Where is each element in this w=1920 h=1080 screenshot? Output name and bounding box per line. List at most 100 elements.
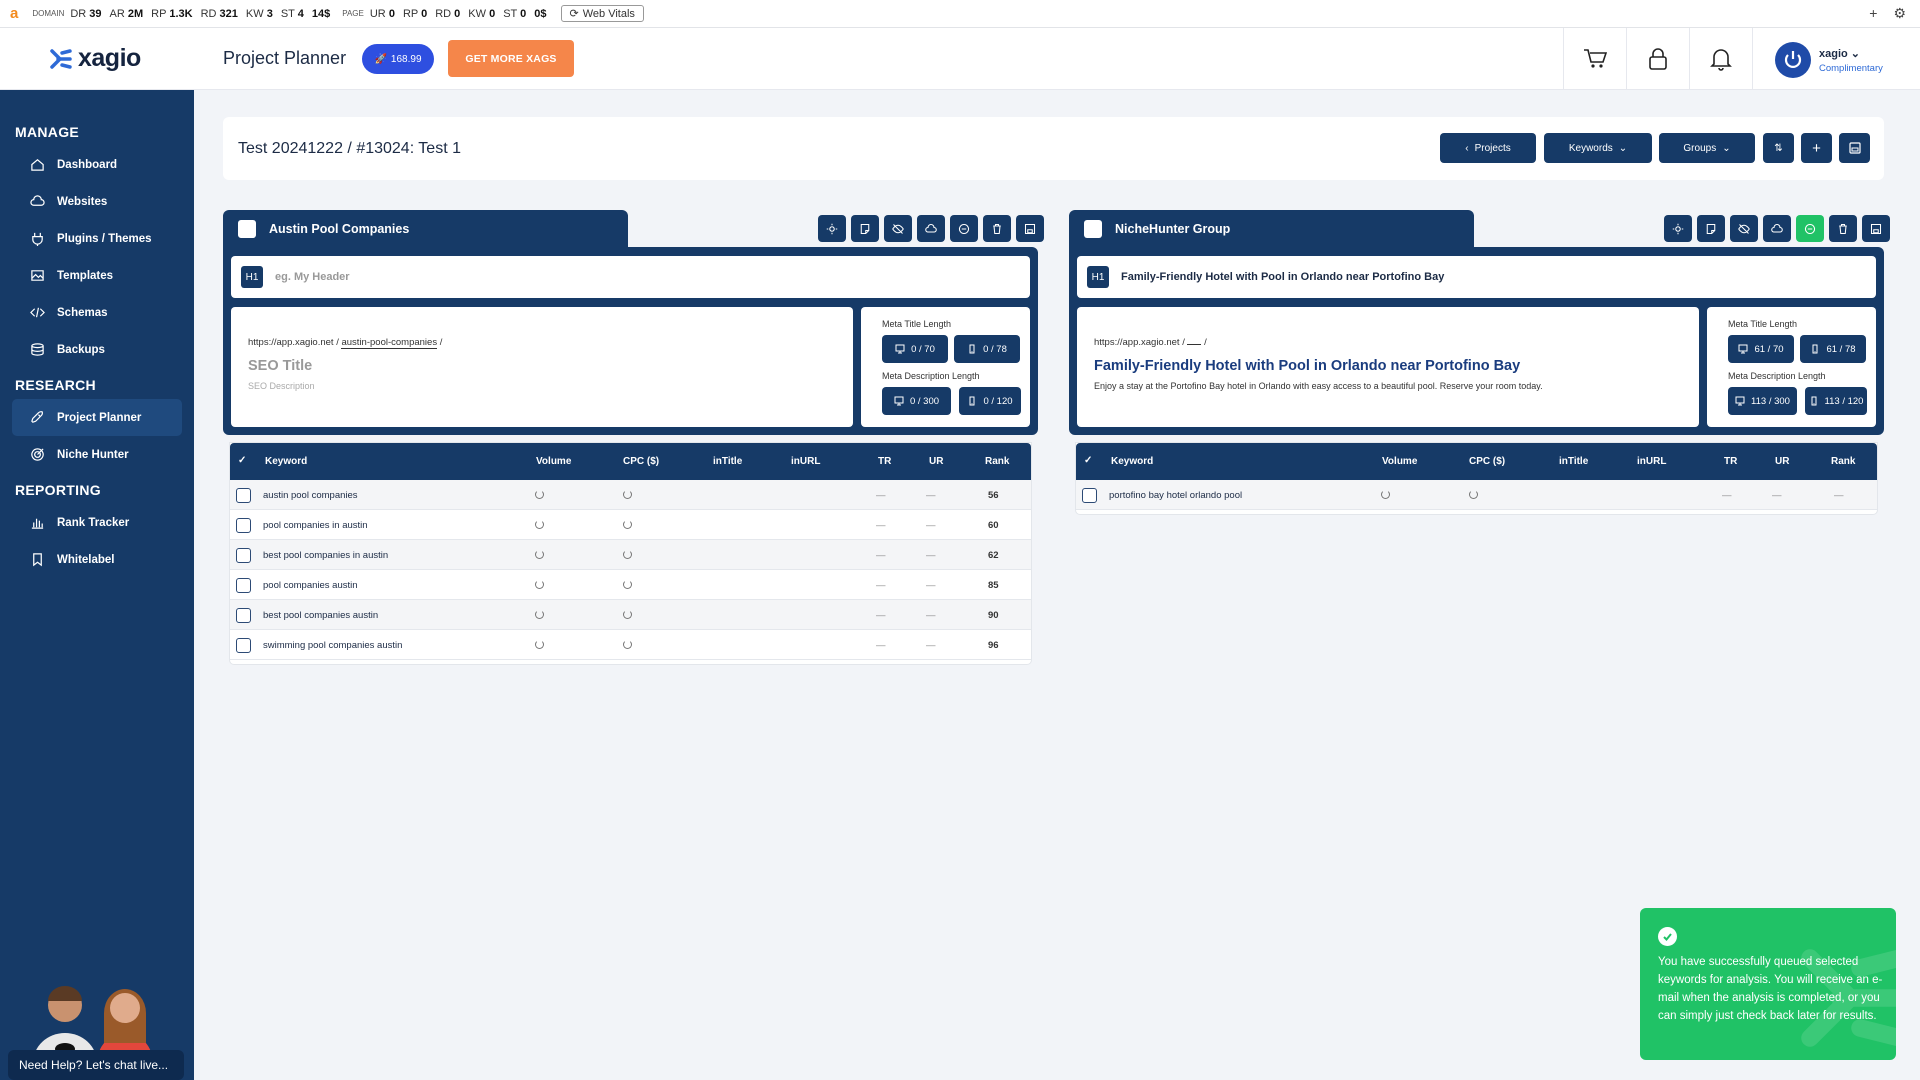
group-name[interactable]: NicheHunter Group xyxy=(1115,222,1230,236)
serp-preview[interactable]: https://app.xagio.net / / Family-Friendly… xyxy=(1077,307,1699,427)
trash-button[interactable] xyxy=(1829,215,1857,242)
plus-icon[interactable]: + xyxy=(1869,5,1877,22)
note-button[interactable] xyxy=(1697,215,1725,242)
save-button[interactable] xyxy=(1839,133,1870,163)
get-more-xags-button[interactable]: GET MORE XAGS xyxy=(448,40,574,77)
success-toast[interactable]: You have successfully queued selected ke… xyxy=(1640,908,1896,1060)
settings-button[interactable] xyxy=(818,215,846,242)
hide-button[interactable] xyxy=(884,215,912,242)
save-button[interactable] xyxy=(1016,215,1044,242)
h1-field[interactable]: H1 Family-Friendly Hotel with Pool in Orl… xyxy=(1077,256,1876,298)
url-end: / xyxy=(1204,337,1207,348)
group-name[interactable]: Austin Pool Companies xyxy=(269,222,409,236)
phone-icon xyxy=(1812,344,1818,354)
row-checkbox[interactable] xyxy=(236,638,251,653)
column-header-ur[interactable]: UR xyxy=(929,456,943,467)
column-header-inurl[interactable]: inURL xyxy=(1637,456,1666,467)
user-menu[interactable]: xagio ⌄ Complimentary xyxy=(1775,42,1883,78)
column-header-inurl[interactable]: inURL xyxy=(791,456,820,467)
h1-field[interactable]: H1 eg. My Header xyxy=(231,256,1030,298)
sort-button[interactable]: ⇅ xyxy=(1763,133,1794,163)
sidebar-item-templates[interactable]: Templates xyxy=(0,257,194,294)
serp-preview[interactable]: https://app.xagio.net / austin-pool-comp… xyxy=(231,307,853,427)
seo-metric-key: ST xyxy=(280,7,295,20)
sidebar-item-dashboard[interactable]: Dashboard xyxy=(0,146,194,183)
note-icon xyxy=(1706,223,1716,234)
home-icon xyxy=(31,159,44,171)
row-checkbox[interactable] xyxy=(236,578,251,593)
column-header-rank[interactable]: Rank xyxy=(1831,456,1855,467)
sidebar-item-project-planner[interactable]: Project Planner xyxy=(12,399,182,436)
row-checkbox[interactable] xyxy=(236,488,251,503)
save-icon xyxy=(1870,223,1882,234)
column-header-volume[interactable]: Volume xyxy=(1382,456,1417,467)
cloud-button[interactable] xyxy=(1763,215,1791,242)
column-header-cpc[interactable]: CPC ($) xyxy=(1469,456,1505,467)
column-header-cpc[interactable]: CPC ($) xyxy=(623,456,659,467)
column-header-keyword[interactable]: Keyword xyxy=(1111,456,1153,467)
save-button[interactable] xyxy=(1862,215,1890,242)
group-select-checkbox[interactable] xyxy=(238,220,256,238)
ahrefs-logo-icon[interactable]: a xyxy=(10,5,18,22)
keywords-dropdown[interactable]: Keywords ⌄ xyxy=(1544,133,1652,163)
keyword-cell[interactable]: swimming pool companies austin xyxy=(263,640,402,651)
keyword-cell[interactable]: austin pool companies xyxy=(263,490,358,501)
note-button[interactable] xyxy=(851,215,879,242)
h1-tag: H1 xyxy=(1087,266,1109,288)
live-chat-button[interactable]: Need Help? Let's chat live... xyxy=(8,1050,184,1080)
projects-button[interactable]: ‹ Projects xyxy=(1440,133,1536,163)
hide-button[interactable] xyxy=(1730,215,1758,242)
sidebar-item-plugins-themes[interactable]: Plugins / Themes xyxy=(0,220,194,257)
sidebar-item-rank-tracker[interactable]: Rank Tracker xyxy=(0,504,194,541)
web-vitals-button[interactable]: ⟳ Web Vitals xyxy=(560,5,644,22)
seo-description[interactable]: SEO Description xyxy=(248,381,315,391)
notifications-button[interactable] xyxy=(1689,28,1752,90)
seo-metric: KW 3 xyxy=(246,8,273,20)
column-header-rank[interactable]: Rank xyxy=(985,456,1009,467)
column-header-intitle[interactable]: inTitle xyxy=(713,456,742,467)
row-checkbox[interactable] xyxy=(236,608,251,623)
column-header-volume[interactable]: Volume xyxy=(536,456,571,467)
sidebar-item-backups[interactable]: Backups xyxy=(0,331,194,368)
keyword-cell[interactable]: best pool companies in austin xyxy=(263,550,388,561)
add-group-button[interactable]: + xyxy=(1801,133,1832,163)
phone-icon xyxy=(969,344,975,354)
settings-icon[interactable]: ⚙ xyxy=(1893,5,1906,22)
keyword-cell[interactable]: pool companies in austin xyxy=(263,520,368,531)
cart-button[interactable] xyxy=(1563,28,1626,90)
tr-cell: — xyxy=(876,520,886,531)
url-slug-input[interactable]: austin-pool-companies xyxy=(341,337,438,349)
row-checkbox[interactable] xyxy=(236,548,251,563)
keyword-cell[interactable]: portofino bay hotel orlando pool xyxy=(1109,490,1242,501)
cloud-button[interactable] xyxy=(917,215,945,242)
column-header-keyword[interactable]: Keyword xyxy=(265,456,307,467)
xagio-logo[interactable]: xagio xyxy=(50,44,141,73)
sidebar-item-websites[interactable]: Websites xyxy=(0,183,194,220)
xags-balance-badge[interactable]: 🚀 168.99 xyxy=(362,44,434,74)
column-header-tr[interactable]: TR xyxy=(878,456,891,467)
settings-button[interactable] xyxy=(1664,215,1692,242)
sidebar-item-schemas[interactable]: Schemas xyxy=(0,294,194,331)
keyword-cell[interactable]: best pool companies austin xyxy=(263,610,378,621)
column-header-intitle[interactable]: inTitle xyxy=(1559,456,1588,467)
audit-button[interactable] xyxy=(1796,215,1824,242)
lock-button[interactable] xyxy=(1626,28,1689,90)
seo-description[interactable]: Enjoy a stay at the Portofino Bay hotel … xyxy=(1094,381,1543,391)
sidebar-item-whitelabel[interactable]: Whitelabel xyxy=(0,541,194,578)
trash-button[interactable] xyxy=(983,215,1011,242)
url-slug-input[interactable] xyxy=(1187,344,1202,345)
group-select-checkbox[interactable] xyxy=(1084,220,1102,238)
select-all-toggle[interactable]: ✓ xyxy=(1084,455,1092,466)
image-icon xyxy=(31,270,44,281)
seo-title[interactable]: SEO Title xyxy=(248,358,312,374)
column-header-tr[interactable]: TR xyxy=(1724,456,1737,467)
select-all-toggle[interactable]: ✓ xyxy=(238,455,246,466)
audit-button[interactable] xyxy=(950,215,978,242)
row-checkbox[interactable] xyxy=(1082,488,1097,503)
row-checkbox[interactable] xyxy=(236,518,251,533)
groups-dropdown[interactable]: Groups ⌄ xyxy=(1659,133,1755,163)
seo-title[interactable]: Family-Friendly Hotel with Pool in Orlan… xyxy=(1094,358,1520,374)
column-header-ur[interactable]: UR xyxy=(1775,456,1789,467)
sidebar-item-niche-hunter[interactable]: Niche Hunter xyxy=(0,436,194,473)
keyword-cell[interactable]: pool companies austin xyxy=(263,580,358,591)
